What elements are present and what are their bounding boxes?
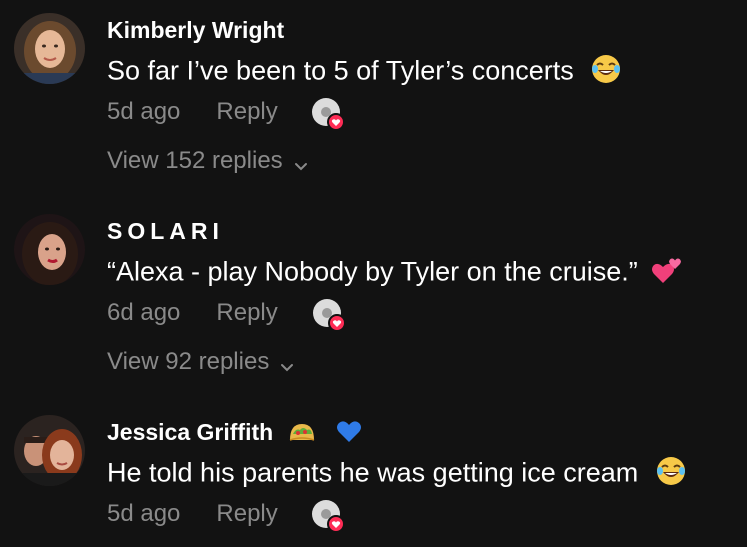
avatar[interactable] bbox=[14, 13, 85, 84]
creator-liked-icon bbox=[310, 499, 345, 533]
reply-button[interactable]: Reply bbox=[216, 98, 277, 126]
two-hearts-emoji-icon bbox=[651, 255, 683, 292]
taco-emoji-icon bbox=[288, 420, 316, 448]
comment-timestamp: 5d ago bbox=[107, 500, 181, 527]
comment-text: So far I’ve been to 5 of Tyler’s concert… bbox=[107, 54, 621, 91]
comment-timestamp: 6d ago bbox=[107, 299, 181, 326]
comment-text: He told his parents he was getting ice c… bbox=[107, 456, 686, 493]
comment-timestamp: 5d ago bbox=[107, 98, 181, 125]
comment-text-content: He told his parents he was getting ice c… bbox=[107, 457, 639, 488]
comment-meta: 5d ago Reply bbox=[107, 98, 278, 126]
comment-meta: 5d ago Reply bbox=[107, 500, 278, 528]
comment-text-content: So far I’ve been to 5 of Tyler’s concert… bbox=[107, 55, 574, 86]
joy-emoji-icon bbox=[591, 54, 621, 91]
comment-username[interactable]: SOLARI bbox=[107, 218, 224, 245]
chevron-down-icon bbox=[279, 354, 295, 372]
comment-username[interactable]: Jessica Griffith bbox=[107, 419, 362, 449]
comment-username-label: Jessica Griffith bbox=[107, 419, 274, 446]
chevron-down-icon bbox=[293, 153, 309, 171]
comment-username[interactable]: Kimberly Wright bbox=[107, 17, 284, 44]
creator-liked-icon bbox=[310, 97, 345, 131]
creator-liked-icon bbox=[311, 298, 346, 332]
comment-text: “Alexa - play Nobody by Tyler on the cru… bbox=[107, 255, 683, 292]
comment-text-content: “Alexa - play Nobody by Tyler on the cru… bbox=[107, 256, 638, 287]
joy-emoji-icon bbox=[656, 456, 686, 493]
reply-button[interactable]: Reply bbox=[216, 299, 277, 327]
view-replies-button[interactable]: View 92 replies bbox=[107, 348, 295, 376]
view-replies-button[interactable]: View 152 replies bbox=[107, 147, 309, 175]
view-replies-label: View 152 replies bbox=[107, 147, 283, 174]
avatar[interactable] bbox=[14, 415, 85, 486]
blue-heart-emoji-icon bbox=[336, 419, 362, 449]
comment-meta: 6d ago Reply bbox=[107, 299, 278, 327]
view-replies-label: View 92 replies bbox=[107, 348, 270, 375]
reply-button[interactable]: Reply bbox=[216, 500, 277, 528]
avatar[interactable] bbox=[14, 214, 85, 285]
